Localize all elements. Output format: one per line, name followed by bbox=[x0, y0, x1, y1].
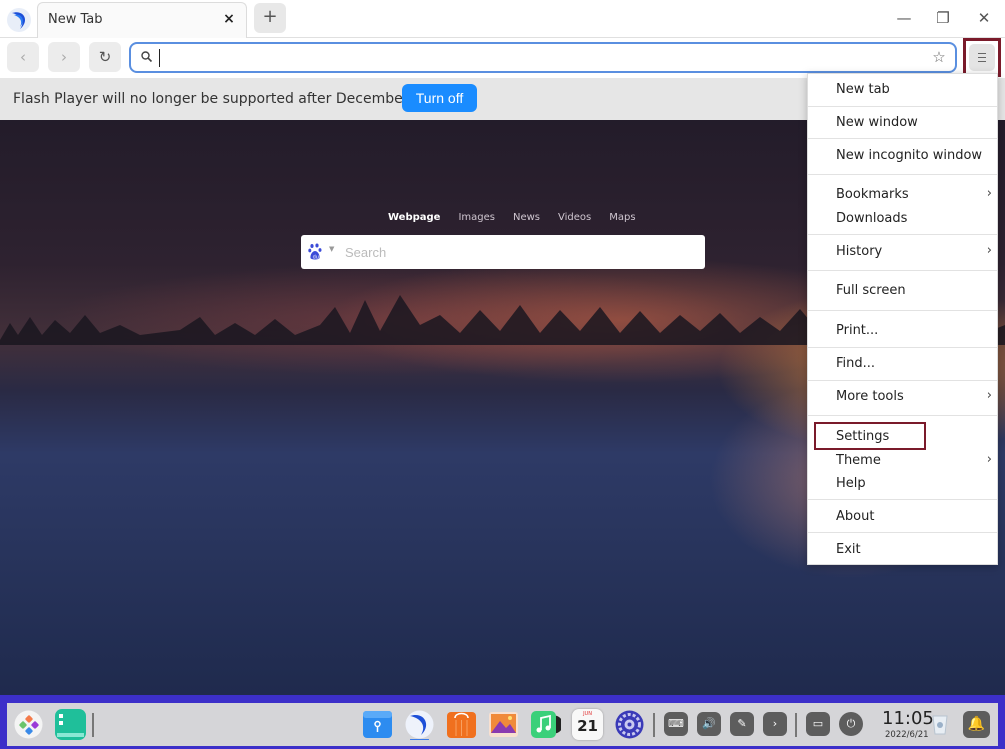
address-bar[interactable]: ☆ bbox=[129, 42, 957, 73]
main-menu-button[interactable] bbox=[963, 38, 1001, 77]
minimize-button[interactable]: — bbox=[890, 6, 918, 30]
search-tab-images[interactable]: Images bbox=[458, 212, 495, 223]
search-tab-webpage[interactable]: Webpage bbox=[388, 212, 440, 223]
paw-icon[interactable]: du bbox=[308, 243, 324, 261]
menu-separator bbox=[808, 138, 997, 139]
forward-button[interactable]: › bbox=[48, 42, 80, 72]
image-viewer-icon[interactable] bbox=[488, 709, 519, 740]
chevron-right-icon: › bbox=[986, 452, 992, 467]
menu-item-bookmarks[interactable]: Bookmarks › bbox=[808, 184, 997, 206]
menu-item-new-window[interactable]: New window bbox=[808, 112, 997, 134]
menu-separator bbox=[808, 380, 997, 381]
page-search-input[interactable] bbox=[345, 241, 695, 263]
toolbar: ‹ › ↻ ☆ bbox=[0, 38, 1005, 78]
file-manager-icon[interactable] bbox=[362, 709, 393, 740]
menu-item-print[interactable]: Print... bbox=[808, 320, 997, 342]
app-store-icon[interactable] bbox=[446, 709, 477, 740]
search-icon bbox=[141, 51, 153, 63]
title-bar: New Tab × + — ❐ ✕ bbox=[0, 0, 1005, 39]
menu-separator bbox=[808, 499, 997, 500]
menu-item-theme[interactable]: Theme › bbox=[808, 450, 997, 472]
control-center-icon[interactable] bbox=[614, 709, 645, 740]
text-caret bbox=[159, 49, 160, 67]
search-tab-maps[interactable]: Maps bbox=[609, 212, 635, 223]
bookmark-star-icon[interactable]: ☆ bbox=[930, 48, 948, 66]
menu-item-new-tab[interactable]: New tab bbox=[808, 79, 997, 101]
svg-text:du: du bbox=[313, 255, 319, 261]
menu-item-downloads[interactable]: Downloads bbox=[808, 208, 997, 230]
taskbar-separator bbox=[653, 713, 655, 737]
menu-item-new-incognito-window[interactable]: New incognito window bbox=[808, 145, 997, 167]
search-tab-news[interactable]: News bbox=[513, 212, 540, 223]
menu-separator bbox=[808, 347, 997, 348]
chevron-right-icon: › bbox=[986, 388, 992, 403]
menu-separator bbox=[808, 106, 997, 107]
close-window-button[interactable]: ✕ bbox=[970, 6, 998, 30]
turn-off-button[interactable]: Turn off bbox=[402, 84, 477, 112]
address-input[interactable] bbox=[161, 47, 931, 69]
main-menu: New tab New window New incognito window … bbox=[807, 73, 998, 565]
maximize-button[interactable]: ❐ bbox=[929, 6, 957, 30]
browser-icon[interactable] bbox=[404, 709, 435, 740]
show-desktop-icon[interactable]: ▭ bbox=[806, 712, 830, 736]
multitasking-view-icon[interactable] bbox=[55, 709, 86, 740]
infobar-message: Flash Player will no longer be supported… bbox=[13, 91, 453, 107]
calendar-icon[interactable]: JUN 21 bbox=[572, 709, 603, 740]
chevron-right-icon: › bbox=[986, 186, 992, 201]
settings-highlight-box bbox=[814, 422, 926, 450]
page-search-box: du ▼ bbox=[301, 235, 705, 269]
menu-item-history[interactable]: History › bbox=[808, 241, 997, 263]
calendar-day: 21 bbox=[577, 717, 598, 735]
volume-icon[interactable]: 🔊 bbox=[697, 712, 721, 736]
menu-separator bbox=[808, 532, 997, 533]
menu-item-about[interactable]: About bbox=[808, 506, 997, 528]
menu-item-full-screen[interactable]: Full screen bbox=[808, 280, 997, 302]
engine-dropdown-icon[interactable]: ▼ bbox=[329, 245, 334, 253]
tab-title: New Tab bbox=[48, 12, 103, 27]
new-tab-button[interactable]: + bbox=[254, 3, 286, 33]
notification-bell-icon[interactable]: 🔔 bbox=[963, 711, 990, 738]
menu-item-more-tools[interactable]: More tools › bbox=[808, 386, 997, 408]
menu-separator bbox=[808, 174, 997, 175]
menu-separator bbox=[808, 310, 997, 311]
menu-item-exit[interactable]: Exit bbox=[808, 539, 997, 561]
launcher-icon[interactable] bbox=[13, 709, 44, 740]
menu-separator bbox=[808, 415, 997, 416]
menu-separator bbox=[808, 234, 997, 235]
menu-item-help[interactable]: Help bbox=[808, 473, 997, 495]
reload-button[interactable]: ↻ bbox=[89, 42, 121, 72]
trash-icon[interactable] bbox=[930, 712, 950, 736]
chevron-right-icon: › bbox=[986, 243, 992, 258]
clock-date: 2022/6/21 bbox=[885, 730, 929, 740]
back-button[interactable]: ‹ bbox=[7, 42, 39, 72]
expand-tray-icon[interactable]: › bbox=[763, 712, 787, 736]
clock-time[interactable]: 11:05 bbox=[882, 708, 934, 729]
power-icon[interactable]: ⏻ bbox=[839, 712, 863, 736]
pen-icon[interactable]: ✎ bbox=[730, 712, 754, 736]
search-tab-videos[interactable]: Videos bbox=[558, 212, 591, 223]
menu-item-find[interactable]: Find... bbox=[808, 353, 997, 375]
tab-close-icon[interactable]: × bbox=[220, 10, 238, 28]
hamburger-icon bbox=[969, 44, 995, 71]
tab-new-tab[interactable]: New Tab × bbox=[37, 2, 247, 39]
taskbar-separator bbox=[795, 713, 797, 737]
menu-separator bbox=[808, 270, 997, 271]
taskbar: JUN 21 ⌨ 🔊 ✎ › ▭ ⏻ 11:05 2022/6/21 🔔 bbox=[7, 703, 998, 746]
music-icon[interactable] bbox=[530, 709, 561, 740]
keyboard-icon[interactable]: ⌨ bbox=[664, 712, 688, 736]
browser-logo-icon bbox=[7, 8, 31, 32]
taskbar-separator bbox=[92, 713, 94, 737]
search-type-tabs: Webpage Images News Videos Maps bbox=[388, 212, 654, 223]
